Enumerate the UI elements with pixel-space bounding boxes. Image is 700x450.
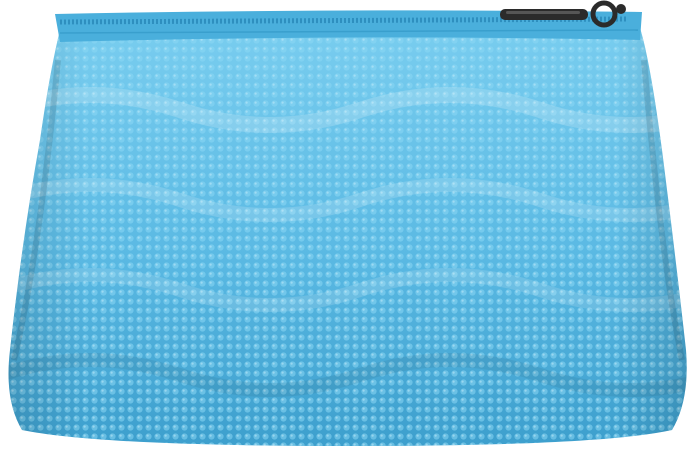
pouch-texture xyxy=(8,25,687,447)
pouch xyxy=(8,0,687,447)
zipper-slider xyxy=(500,9,588,20)
pouch-illustration xyxy=(0,0,700,450)
